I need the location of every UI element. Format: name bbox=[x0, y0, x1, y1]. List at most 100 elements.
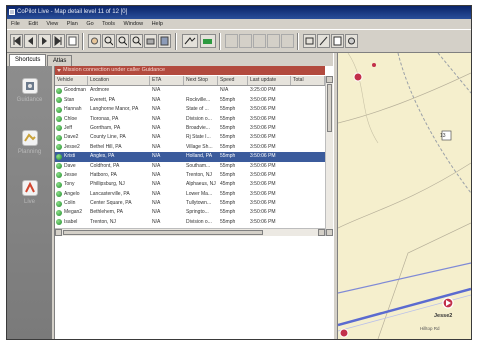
cell-vehicle: Angelo bbox=[64, 190, 80, 197]
menu-window[interactable]: Window bbox=[123, 21, 143, 27]
cell-last-update: 3:50:06 PM bbox=[250, 96, 276, 103]
tab-atlas[interactable]: Atlas bbox=[47, 55, 73, 66]
disabled-button-4[interactable] bbox=[267, 34, 280, 48]
col-location[interactable]: Location bbox=[88, 76, 150, 86]
connection-banner: Mission connection under caller Guidance bbox=[55, 66, 325, 75]
last-button[interactable] bbox=[52, 34, 65, 48]
scroll-thumb[interactable] bbox=[327, 84, 332, 132]
col-vehicle[interactable]: Vehicle bbox=[55, 76, 88, 86]
col-last-update[interactable]: Last update bbox=[248, 76, 291, 86]
tools-button[interactable] bbox=[317, 34, 330, 48]
zoom-box-button[interactable] bbox=[130, 34, 143, 48]
table-row[interactable]: Isabel Trenton, NJ N/A Division o... 55mph 3:… bbox=[55, 218, 325, 227]
disabled-button-1[interactable] bbox=[225, 34, 238, 48]
pan-button[interactable] bbox=[88, 34, 101, 48]
map-canvas[interactable] bbox=[338, 53, 471, 339]
zoom-out-button[interactable] bbox=[116, 34, 129, 48]
planning-icon bbox=[21, 130, 38, 146]
chevron-down-icon[interactable] bbox=[57, 69, 61, 72]
disabled-button-3[interactable] bbox=[253, 34, 266, 48]
table-row[interactable]: Tony Phillipsburg, NJ N/A Alphaeus, NJ 45mph… bbox=[55, 180, 325, 189]
first-button[interactable] bbox=[10, 34, 23, 48]
table-row[interactable]: Jeff Gorrtham, PA N/A Broadvie... 55mph 3:50:… bbox=[55, 124, 325, 133]
disabled-button-5[interactable] bbox=[281, 34, 294, 48]
cell-eta: N/A bbox=[152, 200, 161, 207]
cell-last-update: 3:50:06 PM bbox=[250, 209, 276, 216]
tab-shortcuts[interactable]: Shortcuts bbox=[9, 54, 47, 66]
map-view[interactable]: 13 Jesse2 Hilltop Rd bbox=[338, 53, 471, 339]
vertical-scrollbar[interactable] bbox=[325, 76, 333, 236]
menu-help[interactable]: Help bbox=[152, 21, 163, 27]
menu-go[interactable]: Go bbox=[86, 21, 93, 27]
cell-next-stop: Rj State I... bbox=[186, 134, 211, 141]
window-button[interactable] bbox=[331, 34, 344, 48]
table-header: Vehicle Location ETA Next Stop Speed Las… bbox=[55, 76, 325, 87]
tools-icon bbox=[319, 36, 328, 46]
cell-speed: 55mph bbox=[220, 115, 236, 122]
table-row[interactable]: Kristi Angles, PA N/A Holland, PA 55mph 3:50:… bbox=[55, 152, 325, 162]
table-row[interactable]: Hannah Langhorne Manor, PA N/A State of ...… bbox=[55, 105, 325, 114]
cell-next-stop: Rockville... bbox=[186, 96, 211, 103]
cell-speed: 55mph bbox=[220, 143, 236, 150]
table-row[interactable]: Megan2 Bethlehem, PA N/A Springto... 55mph 3:… bbox=[55, 208, 325, 217]
save-button[interactable] bbox=[158, 34, 171, 48]
cell-last-update: 3:50:06 PM bbox=[250, 115, 276, 122]
vehicle-table: Vehicle Location ETA Next Stop Speed Las… bbox=[55, 76, 325, 237]
shortcuts-sidebar: Guidance Planning Live bbox=[7, 66, 52, 339]
settings-button[interactable] bbox=[345, 34, 358, 48]
magnifier-plus-icon bbox=[104, 36, 113, 46]
map-button[interactable] bbox=[66, 34, 79, 48]
forward-button[interactable] bbox=[38, 34, 51, 48]
table-row[interactable]: Chloe Tioronas, PA N/A Division o... 55mph 3:… bbox=[55, 115, 325, 124]
table-row[interactable]: Jesse2 Bethel Hill, PA N/A Village Sh... 55m… bbox=[55, 143, 325, 152]
menu-edit[interactable]: Edit bbox=[28, 21, 37, 27]
horizontal-scrollbar[interactable] bbox=[55, 228, 325, 236]
cell-location: Center Square, PA bbox=[90, 200, 132, 207]
menu-file[interactable]: File bbox=[11, 21, 20, 27]
connection-banner-text: Mission connection under caller Guidance bbox=[63, 67, 166, 73]
col-next-stop[interactable]: Next Stop bbox=[184, 76, 218, 86]
cell-location: Lancasterville, PA bbox=[90, 190, 130, 197]
scroll-thumb-horizontal[interactable] bbox=[63, 230, 263, 235]
table-row[interactable]: Stan Everett, PA N/A Rockville... 55mph 3:50:… bbox=[55, 96, 325, 105]
scroll-up-arrow[interactable] bbox=[326, 76, 333, 83]
table-row[interactable]: Angelo Lancasterville, PA N/A Lower Ma... 55… bbox=[55, 190, 325, 199]
menu-tools[interactable]: Tools bbox=[102, 21, 115, 27]
magnifier-minus-icon bbox=[118, 36, 127, 46]
map-label-road: Hilltop Rd bbox=[420, 326, 440, 331]
zoom-in-button[interactable] bbox=[102, 34, 115, 48]
print-button[interactable] bbox=[144, 34, 157, 48]
scroll-left-arrow[interactable] bbox=[55, 229, 62, 236]
route-button[interactable] bbox=[182, 34, 198, 48]
sidebar-item-planning[interactable]: Planning bbox=[7, 130, 52, 155]
table-row[interactable]: Colin Center Square, PA N/A Tullytown... 55m… bbox=[55, 199, 325, 208]
back-button[interactable] bbox=[24, 34, 37, 48]
layers-button[interactable] bbox=[303, 34, 316, 48]
scroll-down-arrow[interactable] bbox=[326, 229, 333, 236]
table-row[interactable]: Goodman Ardmore N/A N/A 3:25:00 PM bbox=[55, 86, 325, 95]
menu-plan[interactable]: Plan bbox=[67, 21, 78, 27]
col-total[interactable]: Total bbox=[291, 76, 325, 86]
sidebar-item-guidance[interactable]: Guidance bbox=[7, 78, 52, 103]
cell-next-stop: Trenton, NJ bbox=[186, 171, 212, 178]
table-body: Goodman Ardmore N/A N/A 3:25:00 PM Stan Everet… bbox=[55, 86, 325, 236]
table-row[interactable]: Dave Coldfront, PA N/A Southam... 55mph 3:50:… bbox=[55, 162, 325, 171]
disabled-button-2[interactable] bbox=[239, 34, 252, 48]
cell-next-stop: Village Sh... bbox=[186, 143, 213, 150]
table-row[interactable]: Jesse Hatboro, PA N/A Trenton, NJ 55mph 3:50:… bbox=[55, 171, 325, 180]
cell-location: Bethlehem, PA bbox=[90, 209, 123, 216]
cell-next-stop: Division o... bbox=[186, 218, 212, 225]
menu-view[interactable]: View bbox=[46, 21, 58, 27]
col-speed[interactable]: Speed bbox=[218, 76, 248, 86]
cell-location: County Line, PA bbox=[90, 134, 126, 141]
table-row[interactable]: Dave2 County Line, PA N/A Rj State I... 55mp… bbox=[55, 133, 325, 142]
cell-next-stop: Division o... bbox=[186, 115, 212, 122]
cell-next-stop: State of ... bbox=[186, 106, 209, 113]
col-eta[interactable]: ETA bbox=[150, 76, 184, 86]
vehicle-marker-icon bbox=[353, 72, 363, 82]
sidebar-item-live[interactable]: Live bbox=[7, 180, 52, 205]
title-bar: CoPilot Live - Map detail level 11 of 12… bbox=[7, 6, 471, 19]
scroll-right-arrow[interactable] bbox=[318, 229, 325, 236]
cell-vehicle: Isabel bbox=[64, 218, 78, 225]
gps-button[interactable] bbox=[200, 34, 216, 48]
